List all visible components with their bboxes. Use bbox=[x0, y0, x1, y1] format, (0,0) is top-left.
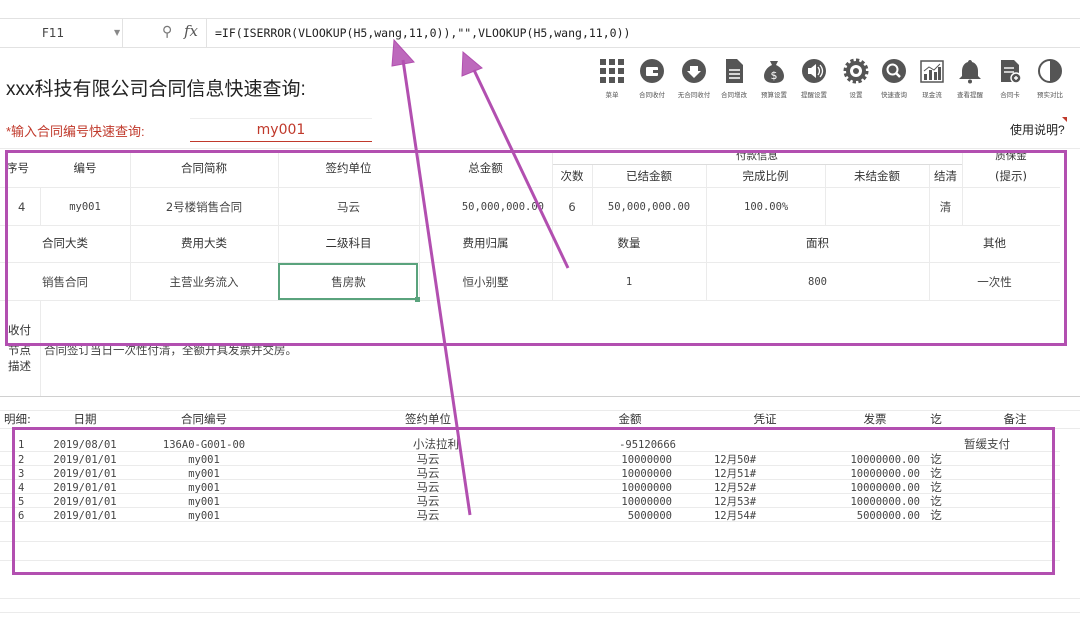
annotation-arrows bbox=[391, 38, 570, 516]
